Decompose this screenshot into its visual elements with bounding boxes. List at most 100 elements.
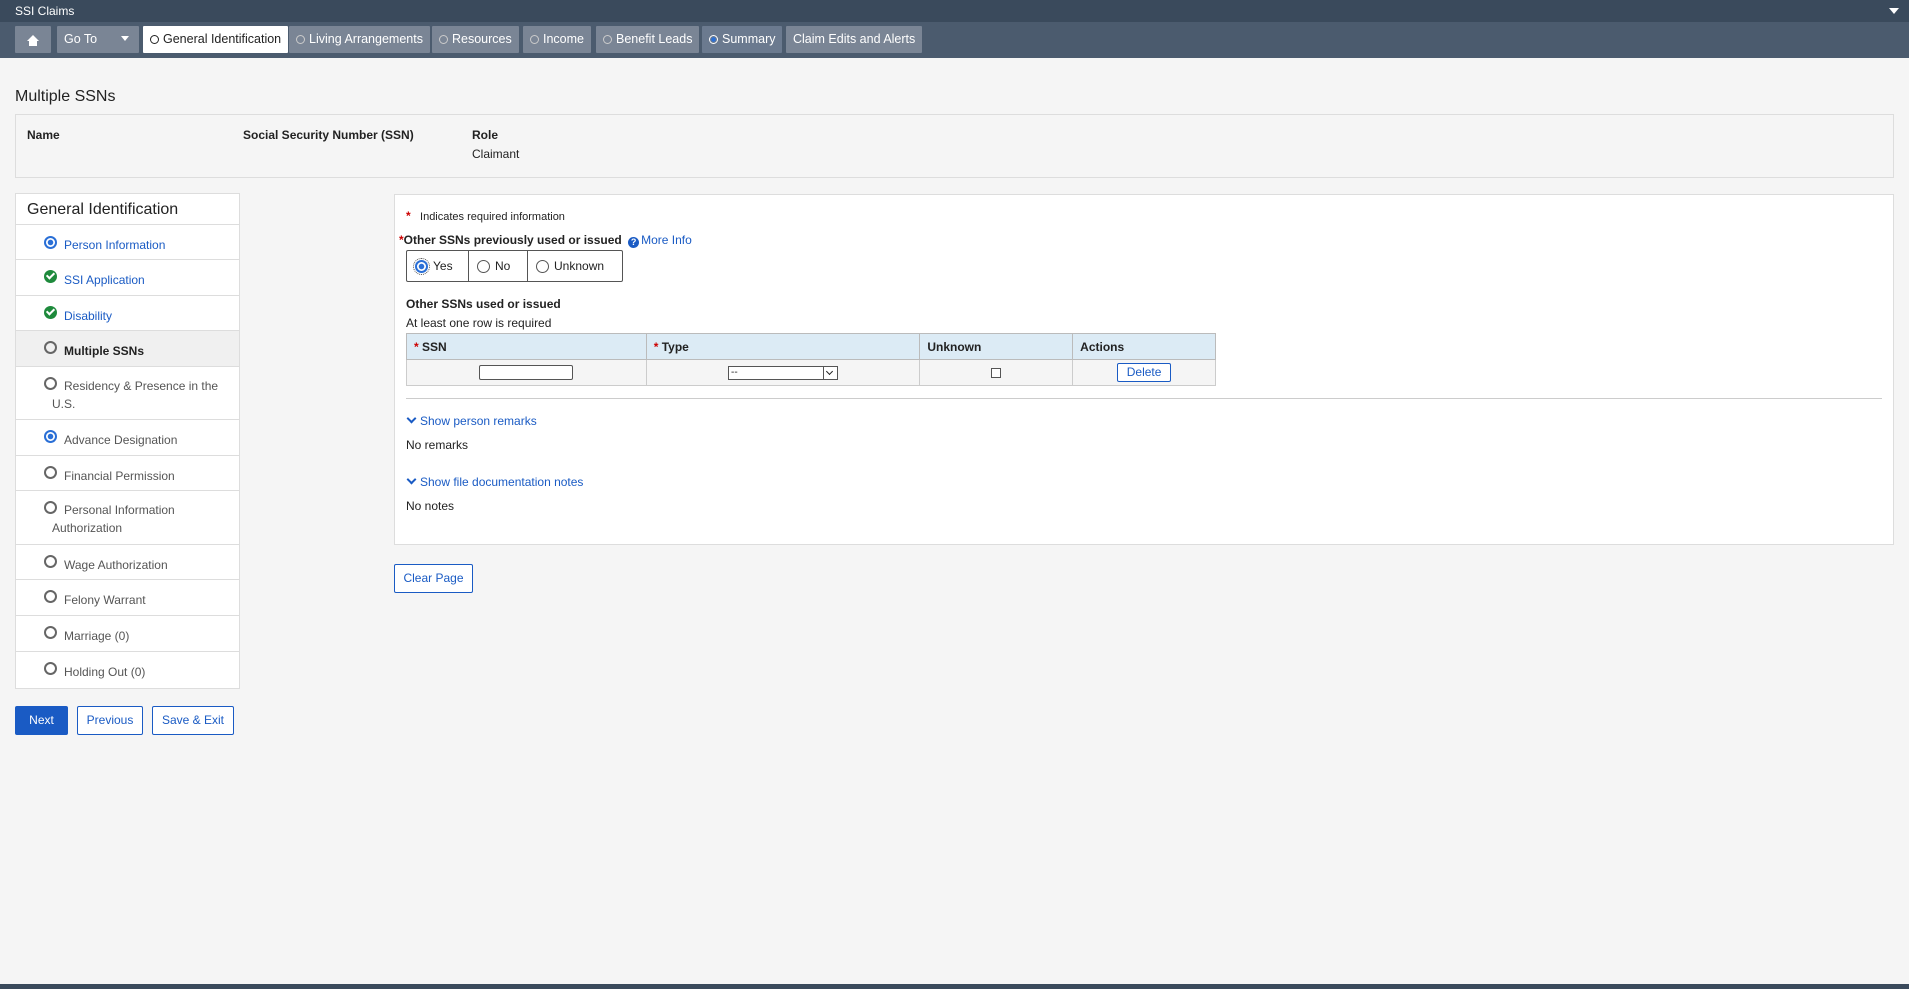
status-ring-icon [44, 555, 57, 568]
sidebar-item-advance-designation[interactable]: Advance Designation [16, 420, 239, 456]
tab-general-identification[interactable]: General Identification [143, 26, 289, 53]
ssn-header: Social Security Number (SSN) [243, 128, 414, 142]
required-marker: * [653, 339, 659, 354]
sidebar-item-holding-out[interactable]: Holding Out (0) [16, 652, 239, 687]
notes-value: No notes [406, 499, 455, 513]
app-title: SSI Claims [15, 4, 75, 18]
col-ssn: * SSN [406, 333, 647, 360]
person-summary: Name Social Security Number (SSN) Role C… [15, 114, 1894, 178]
tab-resources[interactable]: Resources [432, 26, 519, 53]
sidebar-item-residency[interactable]: Residency & Presence in the U.S. [16, 367, 239, 420]
sidebar-item-marriage[interactable]: Marriage (0) [16, 616, 239, 652]
in-progress-icon [709, 35, 718, 44]
chevron-down-icon [823, 366, 837, 379]
sidebar-item-label: Multiple SSNs [64, 344, 145, 358]
sidebar-item-felony-warrant[interactable]: Felony Warrant [16, 580, 239, 616]
sidebar-item-wage-authorization[interactable]: Wage Authorization [16, 545, 239, 580]
col-actions: Actions [1072, 333, 1216, 360]
table-header-row: * SSN * Type Unknown Actions [406, 333, 1216, 360]
status-ring-icon [44, 626, 57, 639]
role-column: Role Claimant [472, 128, 519, 161]
col-label: SSN [422, 339, 447, 354]
question-text: Other SSNs previously used or issued [403, 233, 622, 247]
sidebar-item-multiple-ssns[interactable]: Multiple SSNs [16, 331, 239, 367]
tab-label: General Identification [163, 32, 282, 46]
status-ring-icon [530, 35, 539, 44]
tab-label: Income [543, 32, 584, 46]
sidebar-item-label: Marriage (0) [64, 629, 130, 643]
col-unknown: Unknown [919, 333, 1074, 360]
page-title: Multiple SSNs [15, 88, 116, 105]
unknown-cell [919, 359, 1074, 386]
sidebar-item-disability[interactable]: Disability [16, 296, 239, 331]
chevron-down-icon[interactable] [1889, 8, 1899, 14]
status-ring-icon [44, 377, 57, 390]
tab-income[interactable]: Income [523, 26, 591, 53]
link-label: Show person remarks [420, 414, 537, 428]
sidebar-item-person-information[interactable]: Person Information [16, 225, 239, 260]
tab-summary[interactable]: Summary [702, 26, 783, 53]
status-ring-icon [44, 590, 57, 603]
ssn-used-radio-group: Yes No Unknown [406, 250, 623, 282]
tab-label: Summary [722, 32, 776, 46]
tab-label: Resources [452, 32, 512, 46]
ssn-column: Social Security Number (SSN) [243, 128, 414, 142]
sidebar-item-financial-permission[interactable]: Financial Permission [16, 456, 239, 491]
next-button[interactable]: Next [15, 706, 68, 735]
status-ring-icon [44, 501, 57, 514]
chevron-down-icon [406, 474, 417, 485]
radio-selected-icon [413, 257, 430, 275]
previous-button[interactable]: Previous [77, 706, 143, 735]
sidebar-item-personal-info-authorization[interactable]: Personal Information Authorization [16, 491, 239, 545]
col-type: * Type [645, 333, 921, 360]
check-icon [44, 270, 57, 283]
radio-empty-icon [477, 259, 490, 273]
radio-no[interactable]: No [469, 251, 528, 281]
remarks-value: No remarks [406, 438, 469, 452]
sidebar-item-label: Residency & Presence in the U.S. [52, 379, 219, 411]
radio-empty-icon [536, 259, 549, 273]
home-button[interactable] [15, 26, 51, 53]
name-header: Name [27, 128, 60, 142]
clear-page-button[interactable]: Clear Page [394, 564, 473, 593]
radio-label: No [495, 259, 511, 273]
status-ring-icon [439, 35, 448, 44]
status-ring-icon [296, 35, 305, 44]
type-cell: -- [645, 359, 921, 386]
in-progress-icon [44, 430, 57, 443]
required-marker: * [414, 339, 419, 354]
app-titlebar: SSI Claims [0, 0, 1909, 22]
sidebar-title: General Identification [16, 194, 239, 225]
role-value: Claimant [472, 147, 520, 161]
goto-menu-button[interactable]: Go To [57, 26, 139, 53]
sidebar-item-ssi-application[interactable]: SSI Application [16, 260, 239, 296]
save-exit-button[interactable]: Save & Exit [152, 706, 234, 735]
unknown-checkbox[interactable] [991, 368, 1002, 379]
show-file-notes-link[interactable]: Show file documentation notes [406, 474, 583, 489]
status-ring-icon [603, 35, 612, 44]
tab-label: Benefit Leads [616, 32, 693, 46]
section-sidebar: General Identification Person Informatio… [15, 193, 240, 689]
status-ring-icon [44, 662, 57, 675]
sidebar-item-label: Advance Designation [64, 433, 178, 447]
tab-living-arrangements[interactable]: Living Arrangements [289, 26, 430, 53]
delete-button[interactable]: Delete [1116, 363, 1172, 382]
tab-label: Living Arrangements [309, 32, 423, 46]
radio-unknown[interactable]: Unknown [528, 251, 622, 281]
tab-claim-edits-alerts[interactable]: Claim Edits and Alerts [786, 26, 923, 53]
question-label: *Other SSNs previously used or issued ? M… [399, 233, 692, 248]
divider [406, 398, 1882, 399]
name-column: Name [27, 128, 60, 142]
show-person-remarks-link[interactable]: Show person remarks [406, 413, 537, 428]
ssn-input[interactable] [479, 365, 574, 381]
status-ring-icon [44, 466, 57, 479]
required-note: Indicates required information [420, 211, 565, 223]
tab-benefit-leads[interactable]: Benefit Leads [596, 26, 700, 53]
chevron-down-icon [406, 413, 417, 424]
radio-yes[interactable]: Yes [407, 251, 469, 281]
bottom-taskbar [0, 984, 1909, 989]
type-select[interactable]: -- [728, 365, 839, 380]
more-info-link[interactable]: ? More Info [628, 233, 692, 248]
sidebar-item-label: Holding Out (0) [64, 665, 146, 679]
role-header: Role [472, 128, 499, 142]
